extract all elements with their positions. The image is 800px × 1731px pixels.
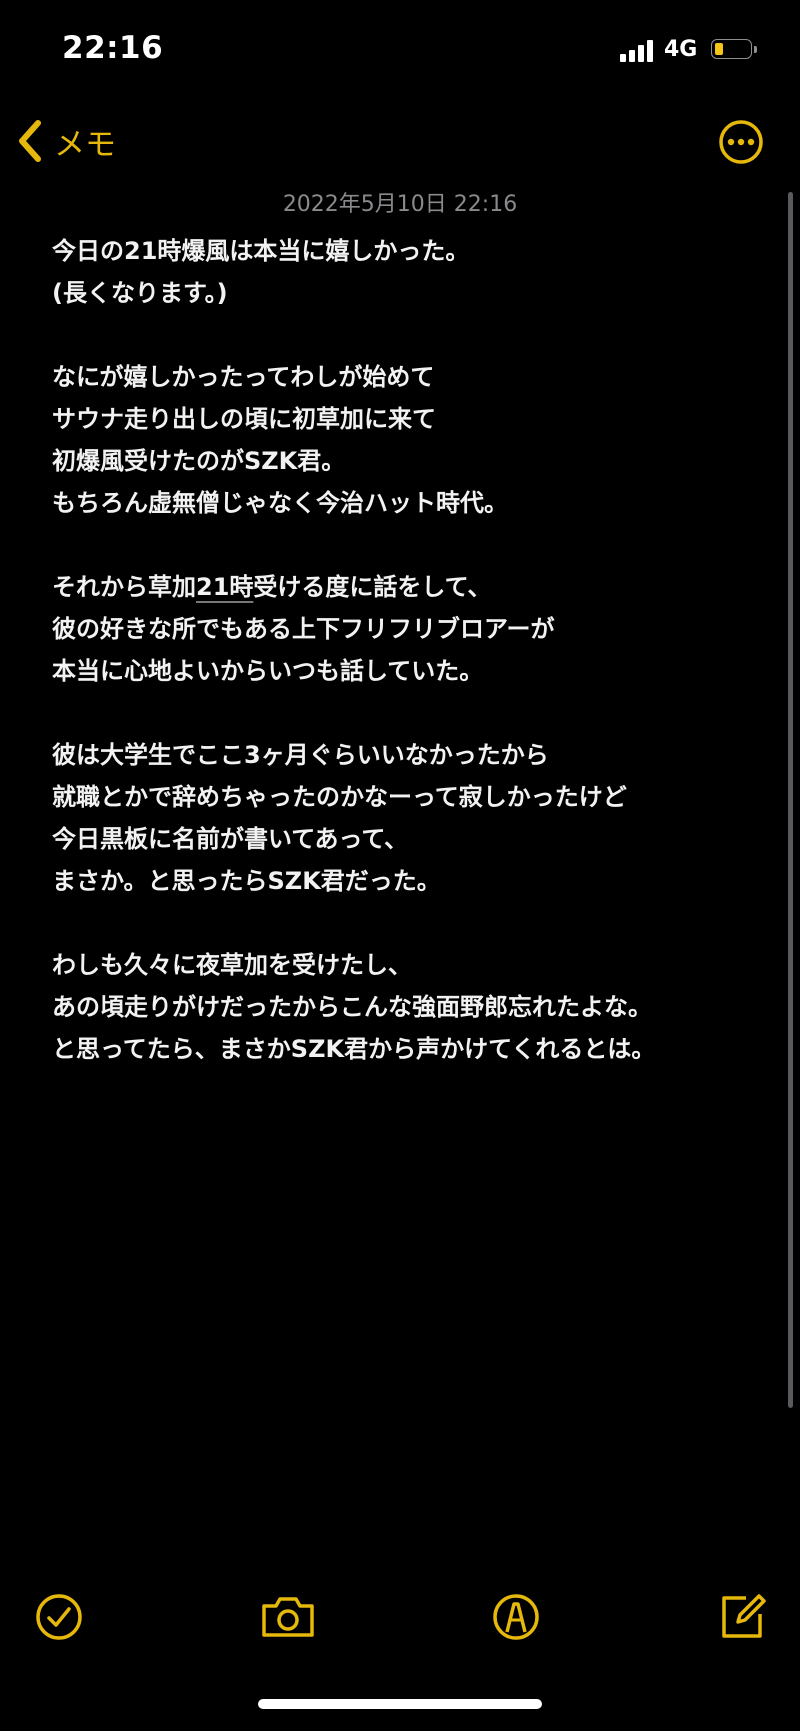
ellipsis-circle-icon — [717, 120, 765, 170]
checklist-button[interactable] — [32, 1590, 86, 1644]
note-line: 彼の好きな所でもある上下フリフリブロアーが — [52, 615, 555, 643]
underlined-word: 21時 — [196, 573, 254, 601]
battery-icon — [711, 39, 757, 61]
status-time: 22:16 — [62, 30, 164, 66]
note-body[interactable]: 今日の21時爆風は本当に嬉しかった。 (長くなります。) なにが嬉しかったってわしが… — [52, 230, 772, 1070]
battery-level — [715, 43, 723, 55]
back-label: メモ — [54, 126, 116, 163]
markup-button[interactable] — [489, 1590, 543, 1644]
note-line: なにが嬉しかったってわしが始めて — [52, 363, 435, 391]
note-date: 2022年5月10日 22:16 — [282, 192, 518, 217]
cellular-signal-icon — [620, 40, 656, 62]
note-line: それから草加21時受ける度に話をして、 — [52, 573, 492, 601]
more-options-button[interactable] — [717, 118, 765, 166]
note-line — [52, 692, 772, 734]
scroll-indicator[interactable] — [788, 192, 793, 1408]
note-line: (長くなります。) — [52, 279, 228, 307]
note-line — [52, 524, 772, 566]
note-line — [52, 902, 772, 944]
home-indicator[interactable] — [258, 1699, 542, 1709]
note-line: 彼は大学生でここ3ヶ月ぐらいいなかったから — [52, 741, 549, 769]
note-line: 就職とかで辞めちゃったのかなーって寂しかったけど — [52, 783, 627, 811]
note-line: 本当に心地よいからいつも話していた。 — [52, 657, 484, 685]
status-bar: 22:16 4G — [0, 0, 800, 100]
camera-button[interactable] — [258, 1590, 318, 1644]
note-line: サウナ走り出しの頃に初草加に来て — [52, 405, 436, 433]
note-line: と思ってたら、まさかSZK君から声かけてくれるとは。 — [52, 1035, 656, 1063]
note-line — [52, 314, 772, 356]
note-line: 初爆風受けたのがSZK君。 — [52, 447, 346, 475]
back-button[interactable]: メモ — [16, 116, 116, 166]
note-line: もちろん虚無僧じゃなく今治ハット時代。 — [52, 489, 508, 517]
chevron-left-icon — [16, 119, 44, 163]
markup-pen-icon — [489, 1594, 543, 1648]
compose-icon — [716, 1594, 770, 1648]
note-line: わしも久々に夜草加を受けたし、 — [52, 951, 412, 979]
note-line: 今日黒板に名前が書いてあって、 — [52, 825, 409, 853]
checklist-icon — [32, 1594, 86, 1648]
note-line: 今日の21時爆風は本当に嬉しかった。 — [52, 237, 470, 265]
compose-button[interactable] — [716, 1590, 770, 1644]
note-line: まさか。と思ったらSZK君だった。 — [52, 867, 441, 895]
note-line: あの頃走りがけだったからこんな強面野郎忘れたよな。 — [52, 993, 652, 1021]
network-type: 4G — [664, 37, 698, 62]
camera-icon — [258, 1597, 318, 1648]
